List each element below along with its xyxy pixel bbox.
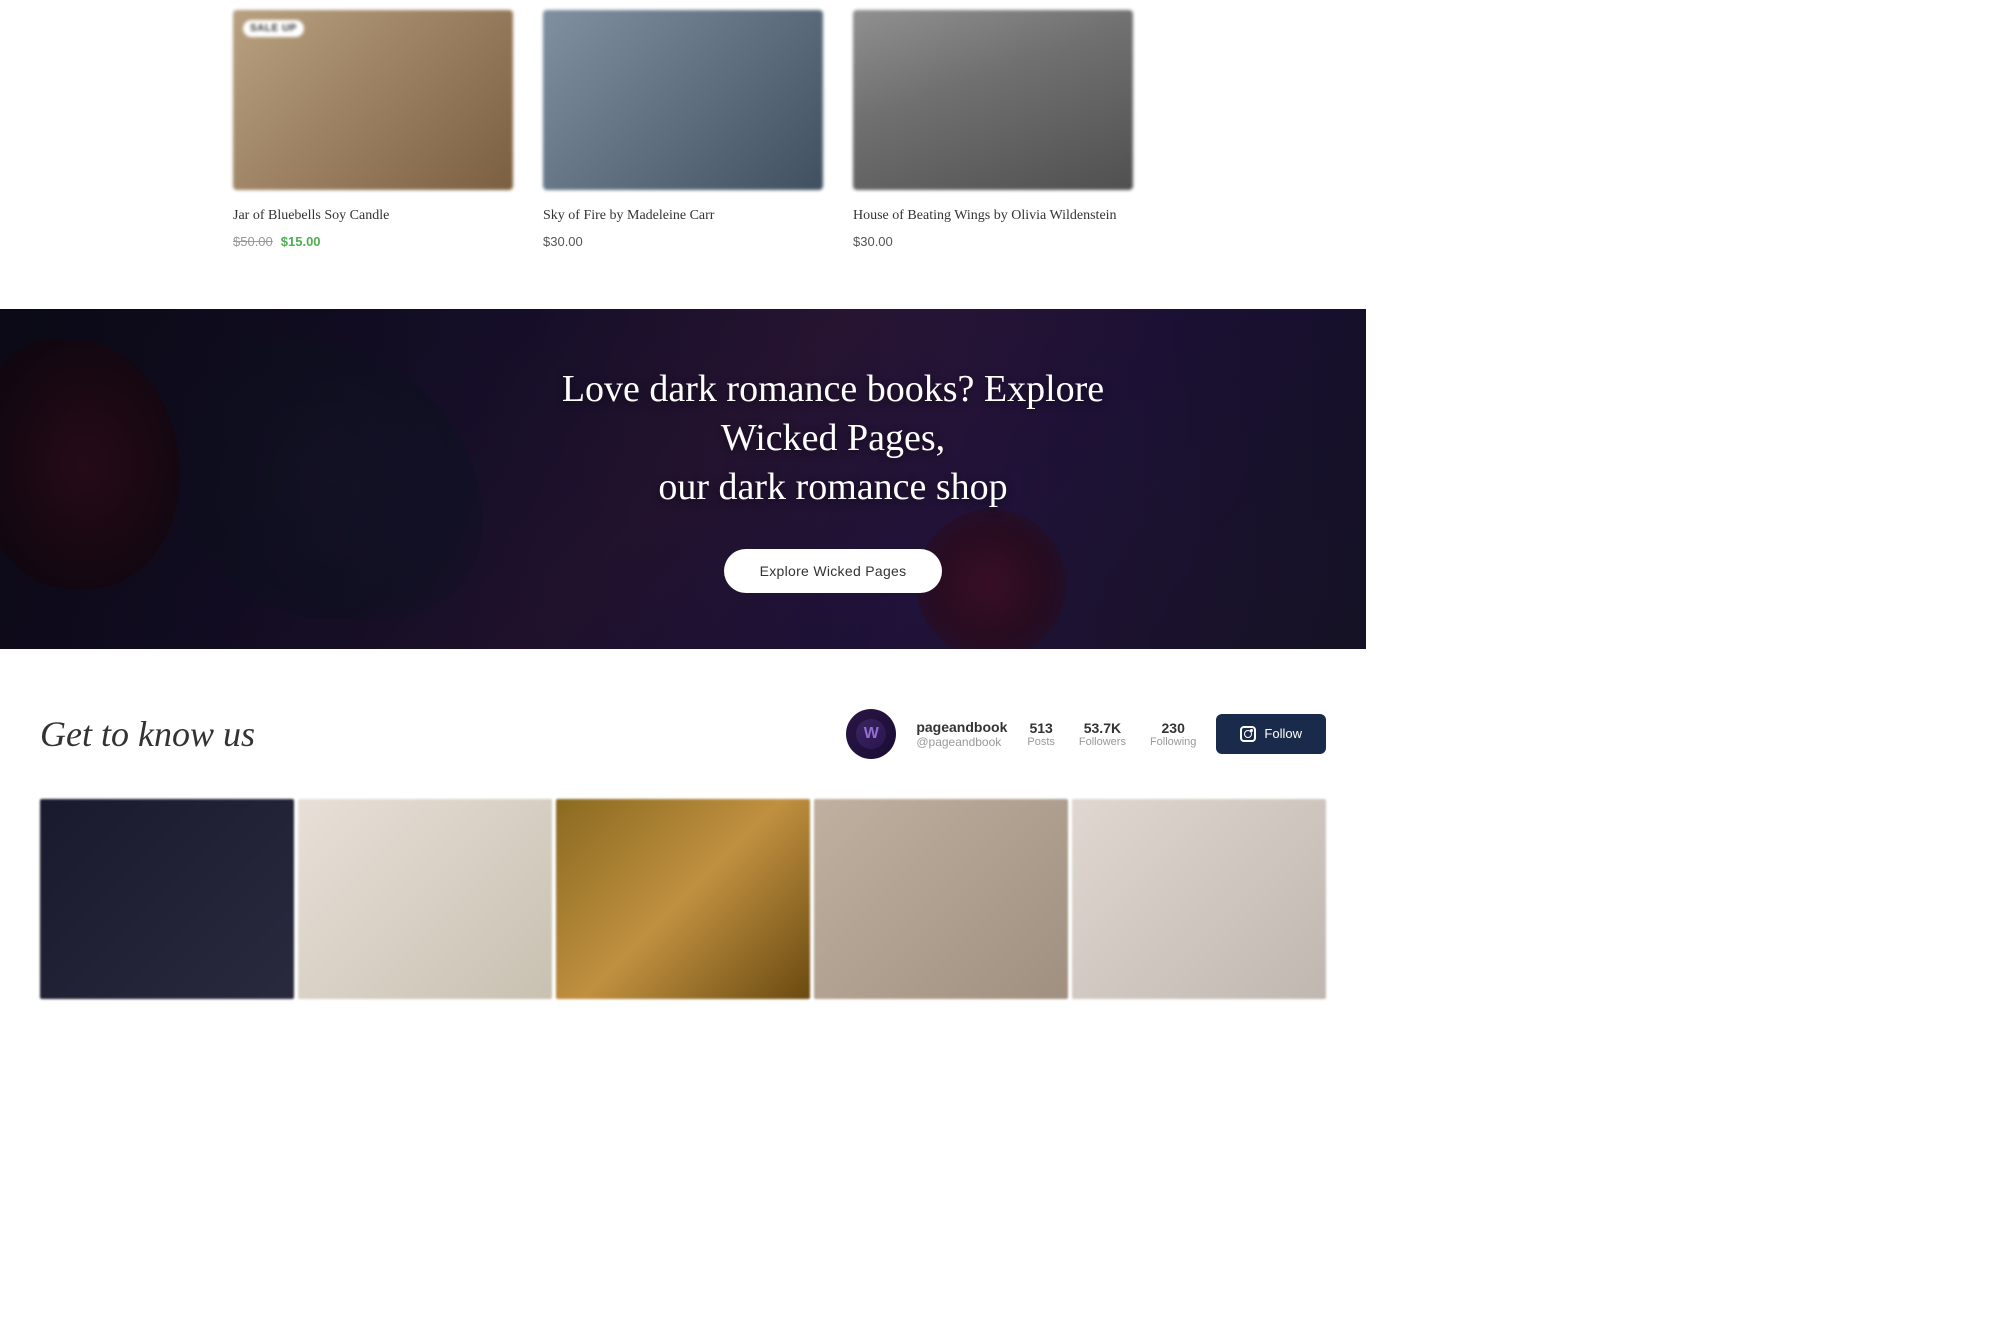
- follow-button[interactable]: Follow: [1216, 714, 1326, 754]
- grid-image-placeholder-4: [814, 799, 1068, 999]
- get-to-know-section: Get to know us W pageandbook @pageandboo…: [0, 649, 1366, 1029]
- instagram-icon: [1240, 726, 1256, 742]
- get-to-know-header: Get to know us W pageandbook @pageandboo…: [40, 709, 1326, 759]
- grid-image-4: [814, 799, 1068, 999]
- product-title-book2: House of Beating Wings by Olivia Wildens…: [853, 206, 1133, 226]
- grid-image-placeholder-3: [556, 799, 810, 999]
- products-section: SALE UP Jar of Bluebells Soy Candle $50.…: [0, 0, 1366, 309]
- banner-content: Love dark romance books? Explore Wicked …: [483, 365, 1183, 593]
- product-image-book1: [543, 10, 823, 190]
- banner-title: Love dark romance books? Explore Wicked …: [503, 365, 1163, 513]
- product-card-book2: House of Beating Wings by Olivia Wildens…: [853, 10, 1133, 249]
- product-title-book1: Sky of Fire by Madeleine Carr: [543, 206, 823, 226]
- stat-posts: 513 Posts: [1027, 720, 1055, 748]
- following-count: 230: [1162, 720, 1185, 736]
- posts-count: 513: [1029, 720, 1052, 736]
- instagram-subhandle: @pageandbook: [916, 735, 1007, 749]
- avatar-inner: W: [856, 719, 886, 749]
- explore-wicked-pages-button[interactable]: Explore Wicked Pages: [724, 549, 943, 593]
- product-prices-book2: $30.00: [853, 234, 1133, 249]
- price-sale: $15.00: [281, 234, 321, 249]
- price-regular: $30.00: [543, 234, 583, 249]
- grid-image-placeholder-5: [1072, 799, 1326, 999]
- stat-followers: 53.7K Followers: [1079, 720, 1126, 748]
- product-image-placeholder: [233, 10, 513, 190]
- price-original: $50.00: [233, 234, 273, 249]
- follow-button-label: Follow: [1264, 726, 1302, 741]
- grid-image-1: [40, 799, 294, 999]
- instagram-stats: 513 Posts 53.7K Followers 230 Following: [1027, 720, 1196, 748]
- product-image-placeholder: [543, 10, 823, 190]
- instagram-avatar: W: [846, 709, 896, 759]
- grid-image-5: [1072, 799, 1326, 999]
- product-title-candle: Jar of Bluebells Soy Candle: [233, 206, 513, 226]
- product-card-book1: Sky of Fire by Madeleine Carr $30.00: [543, 10, 823, 249]
- instagram-widget: W pageandbook @pageandbook 513 Posts 53.…: [846, 709, 1326, 759]
- price-regular: $30.00: [853, 234, 893, 249]
- product-prices-book1: $30.00: [543, 234, 823, 249]
- instagram-image-grid: [40, 799, 1326, 999]
- posts-label: Posts: [1027, 736, 1055, 748]
- grid-image-3: [556, 799, 810, 999]
- section-title: Get to know us: [40, 713, 255, 755]
- product-image-book2: [853, 10, 1133, 190]
- grid-image-2: [298, 799, 552, 999]
- product-image-candle: SALE UP: [233, 10, 513, 190]
- product-prices-candle: $50.00 $15.00: [233, 234, 513, 249]
- grid-image-placeholder-2: [298, 799, 552, 999]
- followers-count: 53.7K: [1084, 720, 1121, 736]
- stat-following: 230 Following: [1150, 720, 1196, 748]
- instagram-handle: pageandbook: [916, 719, 1007, 735]
- instagram-info: pageandbook @pageandbook: [916, 719, 1007, 749]
- dark-romance-banner: Love dark romance books? Explore Wicked …: [0, 309, 1366, 649]
- product-card-candle: SALE UP Jar of Bluebells Soy Candle $50.…: [233, 10, 513, 249]
- following-label: Following: [1150, 736, 1196, 748]
- grid-image-placeholder-1: [40, 799, 294, 999]
- avatar-letter: W: [864, 725, 879, 743]
- followers-label: Followers: [1079, 736, 1126, 748]
- sale-badge: SALE UP: [243, 20, 304, 37]
- product-image-placeholder: [853, 10, 1133, 190]
